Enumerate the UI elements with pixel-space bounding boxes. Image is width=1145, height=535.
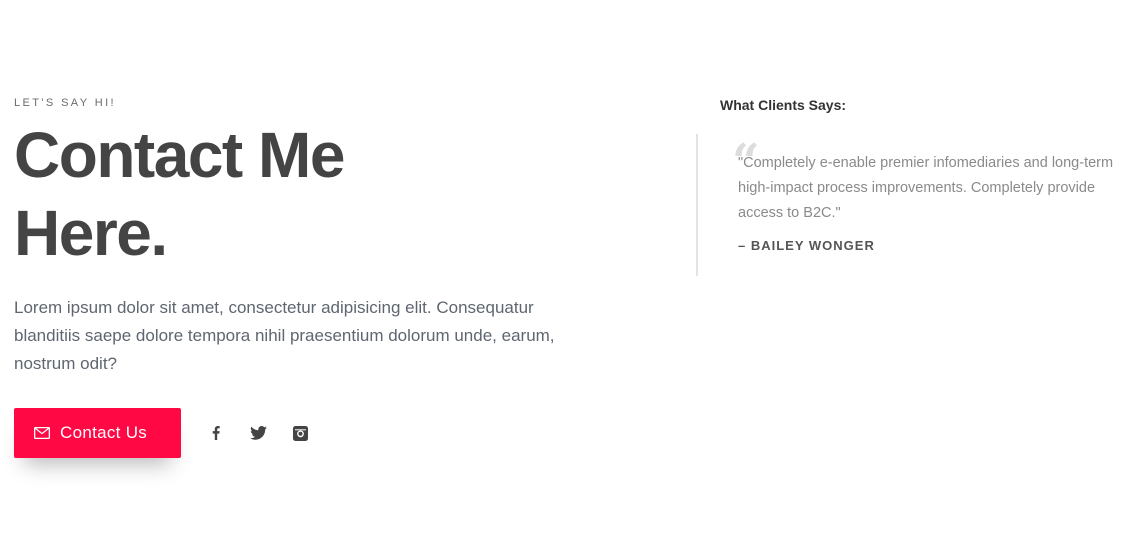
eyebrow-label: LET'S SAY HI!: [14, 97, 116, 109]
contact-us-label: Contact Us: [60, 423, 148, 442]
hero-actions: Contact Us: [14, 408, 614, 458]
social-links: [207, 424, 309, 442]
intro-paragraph: Lorem ipsum dolor sit amet, consectetur …: [14, 298, 555, 373]
testimonial-author: – BAILEY WONGER: [738, 238, 875, 253]
contact-hero: LET'S SAY HI! Contact Me Here. Lorem ips…: [14, 94, 614, 458]
twitter-icon[interactable]: [249, 424, 267, 442]
instagram-icon[interactable]: [291, 424, 309, 442]
testimonial-card: “ "Completely e-enable premier infomedia…: [696, 134, 1126, 276]
testimonials-title: What Clients Says:: [720, 97, 847, 113]
envelope-icon: [34, 427, 50, 439]
page-title: Contact Me Here.: [14, 119, 345, 269]
testimonials-section: What Clients Says: “ "Completely e-enabl…: [696, 96, 1130, 276]
contact-us-button[interactable]: Contact Us: [14, 408, 181, 458]
facebook-icon[interactable]: [207, 424, 225, 442]
testimonial-quote: "Completely e-enable premier infomediari…: [738, 155, 1114, 221]
